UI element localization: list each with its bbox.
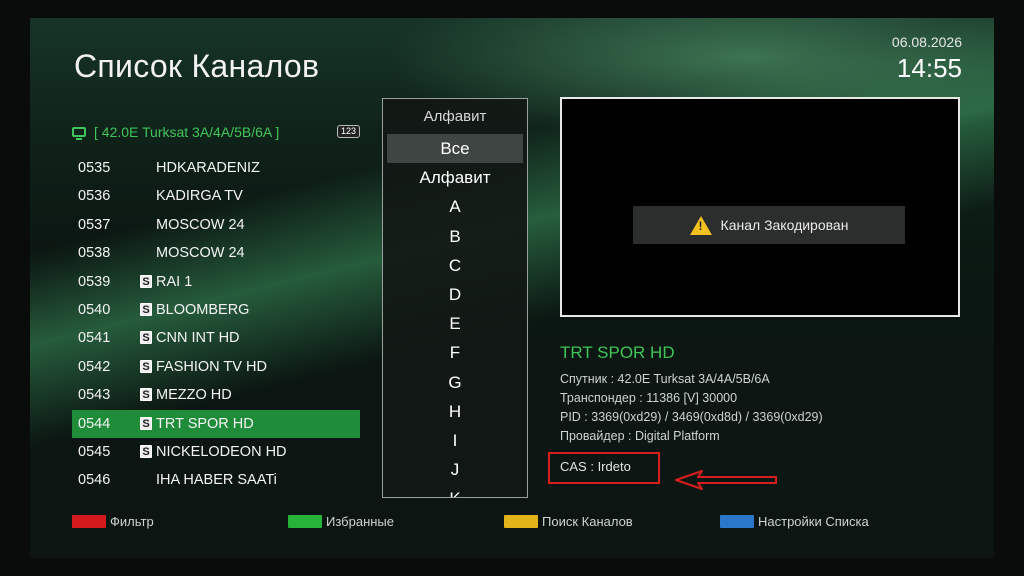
channel-row[interactable]: 0539 S RAI 1 <box>72 268 360 296</box>
channel-number: 0543 <box>78 387 111 404</box>
scrambled-icon: S <box>140 416 152 430</box>
channel-row[interactable]: 0535 HDKARADENIZ <box>72 154 360 182</box>
sort-menu-title: Алфавит <box>423 108 487 125</box>
channel-name: RAI 1 <box>156 273 193 290</box>
info-provider: Провайдер : Digital Platform <box>560 429 720 443</box>
satellite-header[interactable]: [ 42.0E Turksat 3A/4A/5B/6A ] 123 <box>72 122 360 142</box>
channel-number: 0538 <box>78 245 111 262</box>
annotation-arrow-icon <box>675 470 777 490</box>
channel-number: 0541 <box>78 330 111 347</box>
scrambled-icon: S <box>140 388 152 402</box>
channel-row[interactable]: 0542 S FASHION TV HD <box>72 353 360 381</box>
channel-row[interactable]: 0540 S BLOOMBERG <box>72 296 360 324</box>
sort-menu-item[interactable]: Все <box>387 134 523 164</box>
scrambled-message: Канал Закодирован <box>633 206 905 244</box>
page-title: Список Каналов <box>74 48 320 84</box>
info-cas: CAS : Irdeto <box>560 459 631 474</box>
channel-name: KADIRGA TV <box>156 188 243 205</box>
footer-filter-label: Фильтр <box>110 514 154 529</box>
channel-row[interactable]: 0541 S CNN INT HD <box>72 324 360 352</box>
scrambled-icon: S <box>140 359 152 373</box>
channel-name: TRT SPOR HD <box>156 415 254 432</box>
channel-number: 0535 <box>78 160 111 176</box>
channel-list: 0535 HDKARADENIZ 0536 KADIRGA TV 0537 MOSCOW … <box>72 154 360 495</box>
satellite-name: [ 42.0E Turksat 3A/4A/5B/6A ] <box>94 124 280 140</box>
blue-key-icon <box>720 515 754 528</box>
sort-menu: Алфавит ВсеАлфавитABCDEFGHIJK <box>382 98 528 498</box>
channel-number: 0539 <box>78 273 111 290</box>
channel-row[interactable]: 0536 KADIRGA TV <box>72 182 360 210</box>
green-key-icon <box>288 515 322 528</box>
channel-name: HDKARADENIZ <box>156 160 260 176</box>
channel-number: 0537 <box>78 216 111 233</box>
footer-favorites[interactable]: Избранные <box>288 514 394 529</box>
channel-name: MOSCOW 24 <box>156 216 245 233</box>
channel-row[interactable]: 0546 IHA HABER SAATi <box>72 466 360 494</box>
channel-name: MOSCOW 24 <box>156 245 245 262</box>
channel-row[interactable]: 0544 S TRT SPOR HD <box>72 409 360 438</box>
channel-name: MEZZO HD <box>156 387 232 404</box>
color-key-footer: Фильтр Избранные Поиск Каналов Настройки… <box>72 514 952 532</box>
channel-number: 0544 <box>78 415 111 432</box>
channel-info-name: TRT SPOR HD <box>560 343 675 362</box>
footer-list-settings[interactable]: Настройки Списка <box>720 514 869 529</box>
sort-menu-item[interactable]: D <box>387 280 523 309</box>
channel-name: FASHION TV HD <box>156 358 267 375</box>
channel-row[interactable]: 0538 MOSCOW 24 <box>72 239 360 267</box>
sort-menu-item[interactable]: A <box>387 192 523 221</box>
sort-menu-item[interactable]: H <box>387 397 523 426</box>
footer-list-settings-label: Настройки Списка <box>758 514 869 529</box>
channel-name: BLOOMBERG <box>156 301 250 318</box>
channel-number: 0536 <box>78 188 111 205</box>
sort-menu-item[interactable]: J <box>387 455 523 484</box>
sort-menu-item[interactable]: B <box>387 222 523 251</box>
video-preview: Канал Закодирован <box>560 97 960 317</box>
channel-row[interactable]: 0543 S MEZZO HD <box>72 381 360 409</box>
channel-number: 0540 <box>78 301 111 318</box>
info-pid: PID : 3369(0xd29) / 3469(0xd8d) / 3369(0… <box>560 410 823 424</box>
scrambled-icon: S <box>140 302 152 316</box>
time-display: 14:55 <box>896 53 962 83</box>
channel-name: NICKELODEON HD <box>156 443 287 460</box>
sort-menu-item[interactable]: Алфавит <box>387 163 523 192</box>
sort-menu-item[interactable]: C <box>387 251 523 280</box>
channel-name: IHA HABER SAATi <box>156 472 277 489</box>
sort-menu-item[interactable]: G <box>387 368 523 397</box>
channel-number: 0546 <box>78 472 111 489</box>
info-satellite: Спутник : 42.0E Turksat 3A/4A/5B/6A <box>560 372 770 386</box>
sort-menu-item[interactable]: K <box>387 484 523 497</box>
footer-favorites-label: Избранные <box>326 514 394 529</box>
footer-channel-search[interactable]: Поиск Каналов <box>504 514 633 529</box>
channel-number: 0545 <box>78 443 111 460</box>
numeric-sort-badge: 123 <box>336 125 360 138</box>
red-key-icon <box>72 515 106 528</box>
sort-menu-item[interactable]: I <box>387 426 523 455</box>
tv-icon <box>72 127 86 140</box>
channel-row[interactable]: 0545 S NICKELODEON HD <box>72 438 360 466</box>
tv-screen: Список Каналов 06.08.2026 14:55 [ 42.0E … <box>30 18 994 558</box>
channel-row[interactable]: 0537 MOSCOW 24 <box>72 211 360 239</box>
scrambled-icon: S <box>140 331 152 345</box>
channel-number: 0542 <box>78 358 111 375</box>
footer-filter[interactable]: Фильтр <box>72 514 154 529</box>
sort-menu-item[interactable]: F <box>387 338 523 367</box>
footer-channel-search-label: Поиск Каналов <box>542 514 633 529</box>
sort-menu-item[interactable]: E <box>387 309 523 338</box>
channel-info-details: Спутник : 42.0E Turksat 3A/4A/5B/6A Тран… <box>560 370 823 446</box>
warning-icon <box>689 215 712 235</box>
info-transponder: Транспондер : 11386 [V] 30000 <box>560 391 738 405</box>
scrambled-icon: S <box>140 274 152 288</box>
scrambled-icon: S <box>140 444 152 458</box>
sort-menu-list: ВсеАлфавитABCDEFGHIJK <box>383 134 527 497</box>
channel-name: CNN INT HD <box>156 330 240 347</box>
yellow-key-icon <box>504 515 538 528</box>
scrambled-text: Канал Закодирован <box>720 217 849 233</box>
date-display: 06.08.2026 <box>891 34 962 50</box>
